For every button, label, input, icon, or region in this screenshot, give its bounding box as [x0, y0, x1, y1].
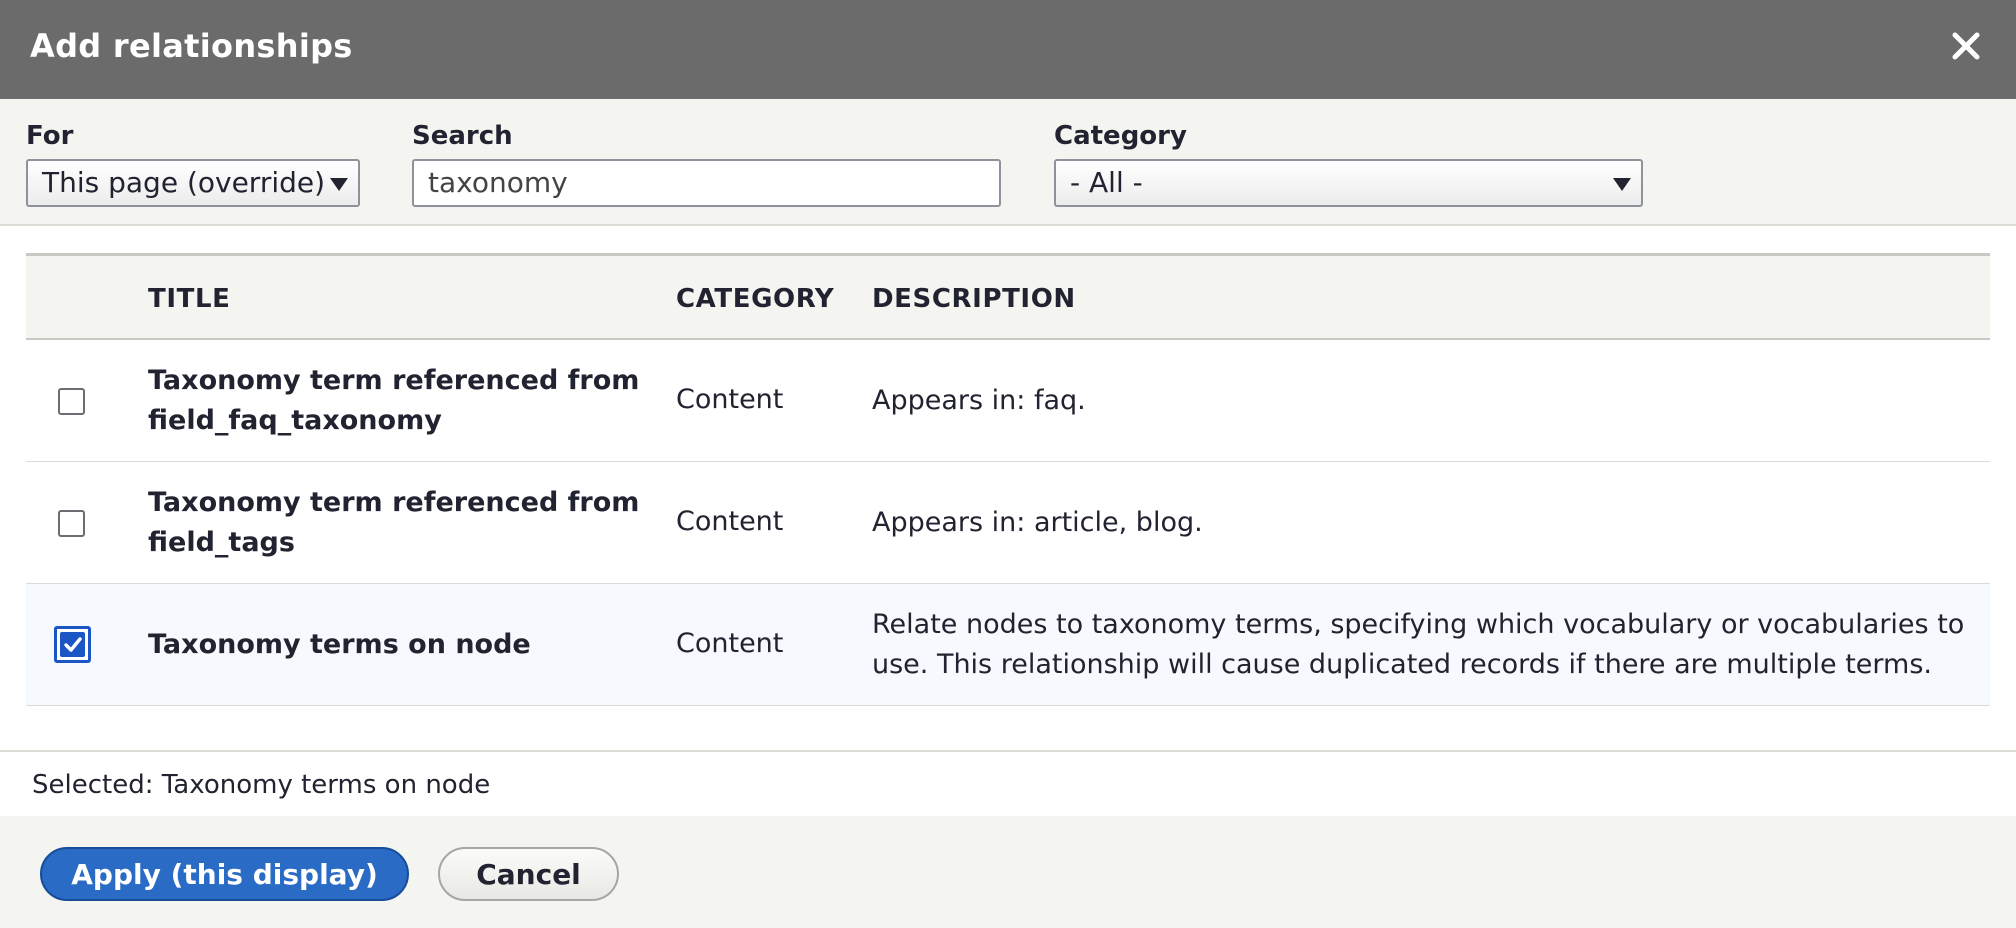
selected-summary: Selected: Taxonomy terms on node — [0, 750, 2016, 816]
table-header: TITLE CATEGORY DESCRIPTION — [26, 256, 1990, 340]
search-label: Search — [412, 121, 513, 151]
row-title: Taxonomy term referenced from field_faq_… — [148, 365, 640, 436]
add-relationships-dialog: Add relationships For This page (overrid… — [0, 0, 2016, 928]
chevron-down-icon — [1613, 178, 1631, 191]
column-header-title: TITLE — [148, 284, 231, 314]
row-title: Taxonomy term referenced from field_tags — [148, 487, 640, 558]
dialog-title: Add relationships — [30, 27, 353, 65]
row-checkbox[interactable] — [58, 510, 85, 537]
apply-button[interactable]: Apply (this display) — [40, 847, 409, 901]
close-icon — [1952, 32, 1980, 60]
column-header-description: DESCRIPTION — [872, 284, 1076, 314]
selected-text: Selected: Taxonomy terms on node — [32, 770, 491, 800]
table-row[interactable]: Taxonomy term referenced from field_tags… — [26, 462, 1990, 584]
for-select-value: This page (override) — [42, 166, 326, 199]
relationships-table: TITLE CATEGORY DESCRIPTION Taxonomy term… — [26, 253, 1990, 706]
search-input[interactable]: taxonomy — [412, 159, 1001, 207]
dialog-actions: Apply (this display) Cancel — [0, 816, 2016, 928]
row-title: Taxonomy terms on node — [148, 629, 531, 660]
row-description: Relate nodes to taxonomy terms, specifyi… — [872, 609, 1965, 680]
cancel-button[interactable]: Cancel — [438, 847, 619, 901]
row-category: Content — [676, 628, 784, 659]
row-description: Appears in: article, blog. — [872, 507, 1203, 538]
row-category: Content — [676, 506, 784, 537]
checkmark-icon — [60, 632, 85, 657]
category-label: Category — [1054, 121, 1187, 151]
row-checkbox[interactable] — [58, 388, 85, 415]
for-select[interactable]: This page (override) — [26, 159, 360, 207]
category-select[interactable]: - All - — [1054, 159, 1643, 207]
category-select-value: - All - — [1070, 166, 1143, 199]
column-header-category: CATEGORY — [676, 284, 835, 314]
dialog-titlebar: Add relationships — [0, 0, 2016, 99]
table-row[interactable]: Taxonomy term referenced from field_faq_… — [26, 340, 1990, 462]
close-button[interactable] — [1942, 22, 1990, 70]
chevron-down-icon — [330, 178, 348, 191]
for-label: For — [26, 121, 74, 151]
row-checkbox[interactable] — [54, 626, 91, 663]
row-category: Content — [676, 384, 784, 415]
row-description: Appears in: faq. — [872, 385, 1086, 416]
filter-bar: For This page (override) Search taxonomy… — [0, 99, 2016, 226]
table-row[interactable]: Taxonomy terms on node Content Relate no… — [26, 584, 1990, 706]
